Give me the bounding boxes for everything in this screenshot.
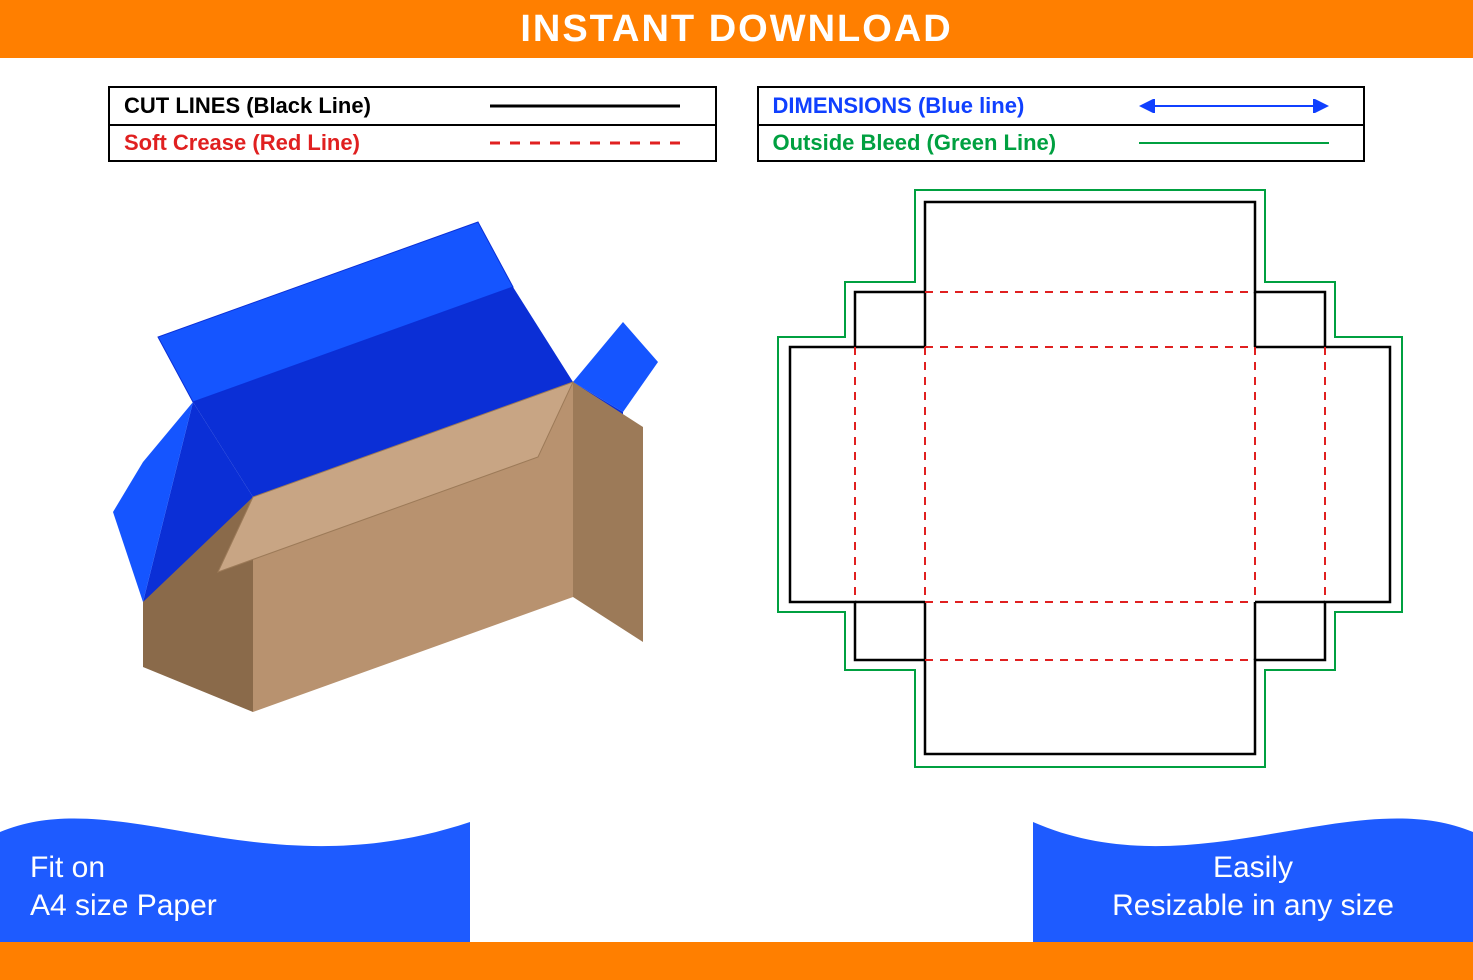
header-bar: INSTANT DOWNLOAD (0, 0, 1473, 58)
line-dashed-red-icon (470, 141, 701, 145)
badge-left-line2: A4 size Paper (30, 887, 217, 925)
badge-fit-a4: Fit on A4 size Paper (0, 782, 470, 942)
legend-label: CUT LINES (Black Line) (124, 93, 470, 119)
bleed-outline (778, 190, 1402, 767)
badge-resizable: Easily Resizable in any size (1033, 782, 1473, 942)
legend-cut-lines: CUT LINES (Black Line) (110, 88, 715, 124)
dieline-flat (747, 182, 1434, 782)
legend-dimensions: DIMENSIONS (Blue line) (759, 88, 1364, 124)
legend-left: CUT LINES (Black Line) Soft Crease (Red … (108, 86, 717, 162)
box-3d-render (40, 182, 727, 782)
footer-bar (0, 942, 1473, 980)
legend-label: Outside Bleed (Green Line) (773, 130, 1119, 156)
badge-left-line1: Fit on (30, 849, 217, 887)
badge-right-line2: Resizable in any size (1063, 887, 1443, 925)
arrow-double-blue-icon (1118, 99, 1349, 113)
content-area (0, 162, 1473, 782)
legend-outside-bleed: Outside Bleed (Green Line) (759, 124, 1364, 160)
legend-soft-crease: Soft Crease (Red Line) (110, 124, 715, 160)
legend-label: Soft Crease (Red Line) (124, 130, 470, 156)
legend-label: DIMENSIONS (Blue line) (773, 93, 1119, 119)
legend: CUT LINES (Black Line) Soft Crease (Red … (0, 58, 1473, 162)
line-solid-green-icon (1118, 141, 1349, 145)
line-solid-black-icon (470, 104, 701, 108)
cut-outline (790, 202, 1390, 754)
legend-right: DIMENSIONS (Blue line) Outside Bleed (Gr… (757, 86, 1366, 162)
badge-right-line1: Easily (1063, 849, 1443, 887)
page-title: INSTANT DOWNLOAD (520, 8, 952, 51)
